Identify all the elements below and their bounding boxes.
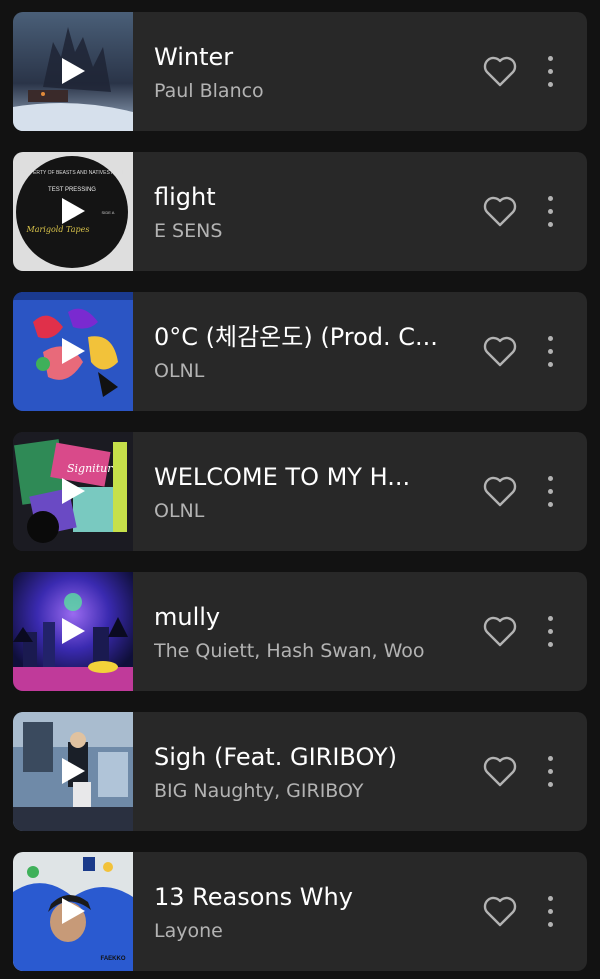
track-artist: OLNL [154,360,205,382]
more-options-icon[interactable] [540,752,562,792]
track-card[interactable]: FAEKKO 13 Reasons Why Layone [13,852,587,971]
track-title: Sigh (Feat. GIRIBOY) [154,743,398,771]
heart-icon[interactable] [482,54,518,88]
track-artist: BIG Naughty, GIRIBOY [154,780,364,802]
album-art[interactable]: PROPERTY OF BEASTS AND NATIVES ALIKE TES… [13,152,133,271]
track-title: flight [154,183,216,211]
track-card[interactable]: 0°C (체감온도) (Prod. C... OLNL [13,292,587,411]
track-artist: Layone [154,920,223,942]
more-options-icon[interactable] [540,892,562,932]
album-art[interactable]: FAEKKO [13,852,133,971]
play-icon [62,898,85,924]
track-card[interactable]: Winter Paul Blanco [13,12,587,131]
vinyl-side-text: SIDE A [102,210,115,215]
track-title: 0°C (체감온도) (Prod. C... [154,323,438,351]
more-options-icon[interactable] [540,472,562,512]
vinyl-script-text: Marigold Tapes [26,225,90,234]
cover-logo-text: FAEKKO [100,956,125,962]
track-title: 13 Reasons Why [154,883,353,911]
play-icon [62,338,85,364]
track-card[interactable]: Signiture WELCOME TO MY H... OLNL [13,432,587,551]
more-options-icon[interactable] [540,192,562,232]
play-icon [62,478,85,504]
vinyl-label-text: TEST PRESSING [48,187,96,193]
vinyl-top-text: PROPERTY OF BEASTS AND NATIVES ALIKE [19,170,126,176]
track-artist: E SENS [154,220,223,242]
play-icon [62,758,85,784]
album-art[interactable] [13,572,133,691]
album-art[interactable] [13,292,133,411]
heart-icon[interactable] [482,474,518,508]
sticker-text: Signiture [67,462,119,475]
track-artist: Paul Blanco [154,80,264,102]
play-icon [62,618,85,644]
album-art[interactable] [13,712,133,831]
track-title: mully [154,603,221,631]
track-card[interactable]: mully The Quiett, Hash Swan, Woo [13,572,587,691]
heart-icon[interactable] [482,614,518,648]
heart-icon[interactable] [482,194,518,228]
more-options-icon[interactable] [540,612,562,652]
track-title: Winter [154,43,234,71]
heart-icon[interactable] [482,334,518,368]
play-icon [62,198,85,224]
heart-icon[interactable] [482,754,518,788]
track-title: WELCOME TO MY H... [154,463,411,491]
heart-icon[interactable] [482,894,518,928]
more-options-icon[interactable] [540,332,562,372]
track-card[interactable]: Sigh (Feat. GIRIBOY) BIG Naughty, GIRIBO… [13,712,587,831]
track-artist: The Quiett, Hash Swan, Woo [154,640,425,662]
track-list: Winter Paul Blanco PROPERTY OF BEASTS AN… [0,0,600,979]
more-options-icon[interactable] [540,52,562,92]
album-art[interactable] [13,12,133,131]
album-art[interactable]: Signiture [13,432,133,551]
track-card[interactable]: PROPERTY OF BEASTS AND NATIVES ALIKE TES… [13,152,587,271]
play-icon [62,58,85,84]
track-artist: OLNL [154,500,205,522]
